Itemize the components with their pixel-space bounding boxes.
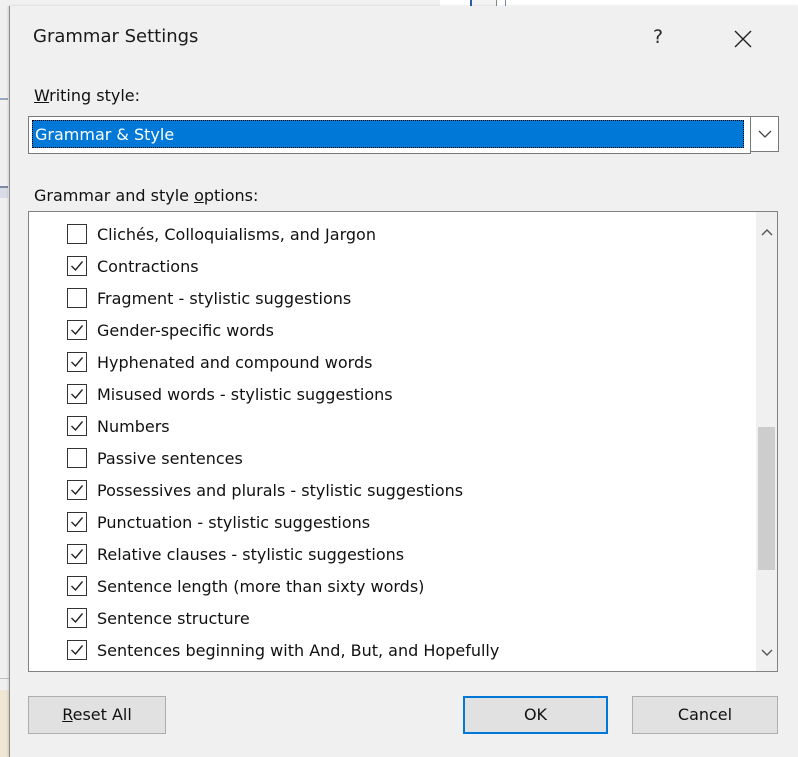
option-item[interactable]: Clichés, Colloquialisms, and Jargon (67, 219, 376, 249)
reset-label: eset All (72, 705, 132, 724)
option-item[interactable]: Numbers (67, 411, 170, 441)
option-checkbox[interactable] (67, 288, 87, 308)
chevron-down-icon (761, 649, 773, 656)
option-checkbox[interactable] (67, 544, 87, 564)
writing-style-label-text: riting style: (49, 86, 140, 105)
option-label: Sentence length (more than sixty words) (97, 576, 425, 596)
option-checkbox[interactable] (67, 512, 87, 532)
option-label: Misused words - stylistic suggestions (97, 384, 393, 404)
option-label: Hyphenated and compound words (97, 352, 373, 372)
option-checkbox[interactable] (67, 384, 87, 404)
option-item[interactable]: Passive sentences (67, 443, 243, 473)
options-label-text-rest: ptions: (203, 186, 259, 205)
scroll-up-button[interactable] (756, 212, 777, 250)
option-item[interactable]: Misused words - stylistic suggestions (67, 379, 393, 409)
writing-style-accesskey: W (34, 86, 50, 105)
option-label: Contractions (97, 256, 199, 276)
checkmark-icon (71, 581, 84, 592)
option-item[interactable]: Contractions (67, 251, 199, 281)
ok-button[interactable]: OK (463, 696, 608, 734)
writing-style-label: Writing style: (34, 86, 140, 105)
checkmark-icon (71, 517, 84, 528)
options-scrollbar[interactable] (756, 212, 777, 671)
option-checkbox[interactable] (67, 608, 87, 628)
chevron-down-icon (758, 130, 772, 138)
option-checkbox[interactable] (67, 352, 87, 372)
options-accesskey: o (194, 186, 204, 205)
dialog-titlebar[interactable]: Grammar Settings ? (10, 6, 798, 70)
writing-style-dropdown-button[interactable] (751, 116, 779, 152)
option-checkbox[interactable] (67, 640, 87, 660)
scroll-down-button[interactable] (756, 633, 777, 671)
grammar-settings-dialog: Grammar Settings ? Writing style: Gramma… (9, 6, 798, 757)
option-label: Sentence structure (97, 608, 250, 628)
checkmark-icon (71, 549, 84, 560)
option-label: Clichés, Colloquialisms, and Jargon (97, 224, 376, 244)
close-icon (734, 30, 752, 47)
dialog-title: Grammar Settings (33, 26, 199, 47)
option-label: Relative clauses - stylistic suggestions (97, 544, 405, 564)
option-label: Sentences beginning with And, But, and H… (97, 640, 500, 660)
option-checkbox[interactable] (67, 256, 87, 276)
options-label: Grammar and style options: (34, 186, 258, 205)
option-item[interactable]: Sentences beginning with And, But, and H… (67, 635, 499, 665)
background-divider (0, 98, 8, 100)
option-item[interactable]: Fragment - stylistic suggestions (67, 283, 351, 313)
option-item[interactable]: Hyphenated and compound words (67, 347, 372, 377)
checkmark-icon (71, 485, 84, 496)
option-label: Possessives and plurals - stylistic sugg… (97, 480, 464, 500)
option-item[interactable]: Gender-specific words (67, 315, 274, 345)
option-label: Gender-specific words (97, 320, 274, 340)
option-item-partial[interactable] (67, 667, 97, 671)
scroll-thumb[interactable] (758, 427, 775, 570)
checkmark-icon (71, 325, 84, 336)
writing-style-select[interactable]: Grammar & Style (28, 116, 751, 154)
close-button[interactable] (718, 18, 768, 58)
option-item[interactable]: Relative clauses - stylistic suggestions (67, 539, 404, 569)
checkmark-icon (71, 421, 84, 432)
option-label: Punctuation - stylistic suggestions (97, 512, 371, 532)
background-toolbar-fragment (0, 186, 8, 198)
option-label: Fragment - stylistic suggestions (97, 288, 352, 308)
option-label: Passive sentences (97, 448, 243, 468)
option-checkbox[interactable] (67, 480, 87, 500)
options-listbox[interactable]: Clichés, Colloquialisms, and Jargon Contr… (28, 211, 778, 672)
option-checkbox[interactable] (67, 576, 87, 596)
option-checkbox[interactable] (67, 320, 87, 340)
checkmark-icon (71, 357, 84, 368)
writing-style-value: Grammar & Style (32, 120, 744, 148)
option-label: Numbers (97, 416, 170, 436)
reset-accesskey: R (62, 705, 73, 724)
option-item[interactable]: Sentence structure (67, 603, 250, 633)
checkmark-icon (71, 261, 84, 272)
help-button[interactable]: ? (641, 20, 675, 54)
options-label-text: Grammar and style (34, 186, 195, 205)
option-item[interactable]: Punctuation - stylistic suggestions (67, 507, 370, 537)
checkmark-icon (71, 645, 84, 656)
chevron-up-icon (761, 229, 773, 236)
option-checkbox[interactable] (67, 416, 87, 436)
checkmark-icon (71, 613, 84, 624)
option-checkbox[interactable] (67, 224, 87, 244)
option-checkbox[interactable] (67, 448, 87, 468)
option-item[interactable]: Possessives and plurals - stylistic sugg… (67, 475, 463, 505)
option-item[interactable]: Sentence length (more than sixty words) (67, 571, 424, 601)
checkmark-icon (71, 389, 84, 400)
reset-all-button[interactable]: Reset All (28, 696, 166, 734)
cancel-button[interactable]: Cancel (632, 696, 778, 734)
